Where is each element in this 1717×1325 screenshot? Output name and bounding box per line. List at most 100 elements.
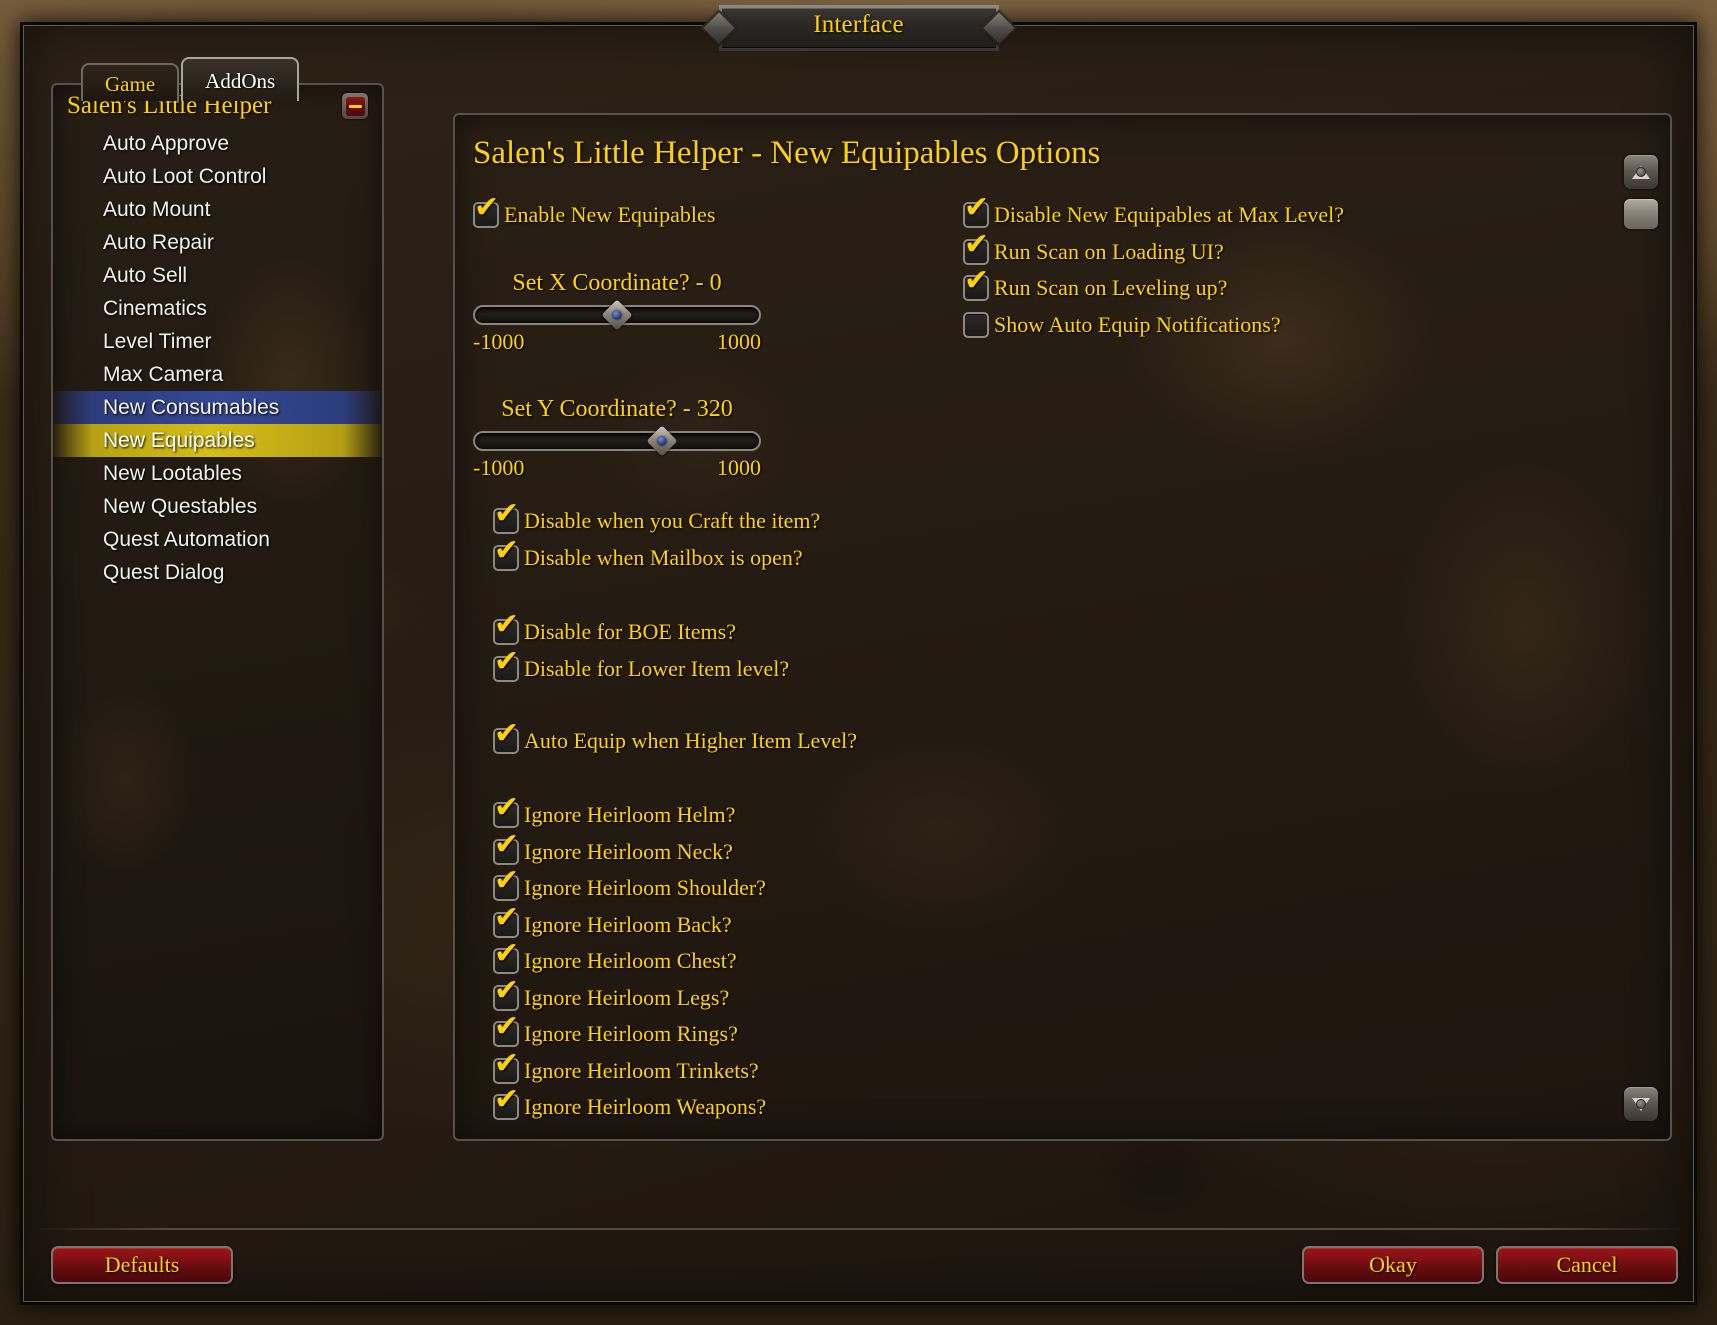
checkbox-label: Ignore Heirloom Weapons?: [524, 1094, 767, 1119]
checkbox-ignore-heirloom-neck[interactable]: Ignore Heirloom Neck?: [493, 830, 733, 865]
slider-range-labels: -1000 1000: [473, 329, 761, 355]
okay-button[interactable]: Okay: [1302, 1246, 1484, 1284]
sidebar-item-label: Auto Loot Control: [103, 165, 267, 188]
checkbox-ignore-heirloom-weapons[interactable]: Ignore Heirloom Weapons?: [493, 1085, 767, 1120]
sidebar-item-auto-loot-control[interactable]: Auto Loot Control: [53, 160, 382, 193]
sidebar-item-auto-repair[interactable]: Auto Repair: [53, 226, 382, 259]
slider-range-labels: -1000 1000: [473, 455, 761, 481]
checkmark-icon: [493, 976, 519, 1011]
checkbox-run-scan-on-loading-ui[interactable]: Run Scan on Loading UI?: [963, 230, 1224, 265]
checkbox-ignore-heirloom-chest[interactable]: Ignore Heirloom Chest?: [493, 939, 737, 974]
slider-min-label: -1000: [473, 329, 525, 354]
checkmark-icon: [493, 536, 519, 571]
page-title: Salen's Little Helper - New Equipables O…: [473, 135, 1101, 171]
sidebar-item-label: New Equipables: [103, 429, 255, 452]
checkbox-label: Disable New Equipables at Max Level?: [994, 202, 1345, 227]
checkbox-disable-new-equipables-at-max-level[interactable]: Disable New Equipables at Max Level?: [963, 193, 1345, 228]
tab-game[interactable]: Game: [81, 63, 180, 101]
addon-category-list: Auto Approve Auto Loot Control Auto Mount A…: [53, 127, 382, 589]
checkbox-label: Disable when Mailbox is open?: [524, 545, 803, 570]
checkbox-box: [963, 311, 989, 338]
checkbox-label: Disable when you Craft the item?: [524, 508, 821, 533]
window-title: Interface: [813, 11, 904, 38]
checkmark-icon: [493, 793, 519, 828]
sidebar-item-auto-approve[interactable]: Auto Approve: [53, 127, 382, 160]
checkbox-label: Disable for BOE Items?: [524, 619, 736, 644]
addon-list-panel: Salen's Little Helper Auto Approve Auto L…: [51, 83, 384, 1141]
checkbox-run-scan-on-leveling-up[interactable]: Run Scan on Leveling up?: [963, 266, 1227, 301]
sidebar-item-new-consumables[interactable]: New Consumables: [53, 391, 382, 424]
slider-title: Set Y Coordinate? - 320: [501, 396, 733, 422]
checkmark-icon: [963, 266, 989, 301]
checkbox-ignore-heirloom-shoulder[interactable]: Ignore Heirloom Shoulder?: [493, 866, 766, 901]
checkbox-ignore-heirloom-back[interactable]: Ignore Heirloom Back?: [493, 903, 732, 938]
interface-options-window: Interface Game AddOns Salen's Little Help…: [20, 5, 1697, 1305]
checkmark-icon: [493, 647, 519, 682]
checkmark-icon: [493, 830, 519, 865]
checkmark-icon: [963, 193, 989, 228]
sidebar-item-quest-dialog[interactable]: Quest Dialog: [53, 556, 382, 589]
checkbox-disable-for-boe-items[interactable]: Disable for BOE Items?: [493, 610, 736, 645]
sidebar-item-cinematics[interactable]: Cinematics: [53, 292, 382, 325]
checkmark-icon: [493, 499, 519, 534]
sidebar-item-label: Level Timer: [103, 330, 212, 353]
checkbox-disable-when-you-craft-the-item[interactable]: Disable when you Craft the item?: [493, 499, 821, 534]
checkbox-label: Ignore Heirloom Shoulder?: [524, 875, 766, 900]
checkbox-label: Enable New Equipables: [504, 202, 716, 227]
checkbox-ignore-heirloom-legs[interactable]: Ignore Heirloom Legs?: [493, 976, 730, 1011]
slider-thumb[interactable]: [605, 298, 629, 332]
sidebar-item-max-camera[interactable]: Max Camera: [53, 358, 382, 391]
checkbox-auto-equip-when-higher-item-level[interactable]: Auto Equip when Higher Item Level?: [493, 719, 857, 754]
slider-max-label: 1000: [717, 329, 761, 354]
scroll-thumb[interactable]: [1624, 199, 1658, 229]
checkbox-label: Ignore Heirloom Legs?: [524, 984, 730, 1010]
sidebar-item-label: New Consumables: [103, 396, 280, 419]
checkbox-label: Ignore Heirloom Back?: [524, 911, 732, 937]
defaults-button[interactable]: Defaults: [51, 1246, 233, 1284]
checkbox-disable-for-lower-item-level[interactable]: Disable for Lower Item level?: [493, 647, 790, 682]
sidebar-item-auto-sell[interactable]: Auto Sell: [53, 259, 382, 292]
checkbox-ignore-heirloom-helm[interactable]: Ignore Heirloom Helm?: [493, 793, 736, 828]
sidebar-item-level-timer[interactable]: Level Timer: [53, 325, 382, 358]
checkmark-icon: [493, 939, 519, 974]
scroll-hub: [1636, 1099, 1646, 1109]
checkbox-enable-new-equipables[interactable]: Enable New Equipables: [473, 193, 716, 228]
checkbox-ignore-heirloom-rings[interactable]: Ignore Heirloom Rings?: [493, 1012, 738, 1047]
checkbox-label: Ignore Heirloom Helm?: [524, 802, 736, 827]
scroll-down-icon[interactable]: [1624, 1087, 1658, 1121]
tab-addons[interactable]: AddOns: [181, 57, 300, 101]
slider-set-y-coordinate[interactable]: Set Y Coordinate? - 320 -1000 1000: [473, 396, 761, 481]
sidebar-item-new-questables[interactable]: New Questables: [53, 490, 382, 523]
checkbox-label: Disable for Lower Item level?: [524, 656, 790, 681]
tab-label: Game: [105, 72, 156, 96]
slider-set-x-coordinate[interactable]: Set X Coordinate? - 0 -1000 1000: [473, 270, 761, 355]
checkbox-label: Run Scan on Loading UI?: [994, 238, 1224, 264]
minus-icon: [345, 96, 365, 116]
slider-track[interactable]: [473, 305, 761, 325]
checkmark-icon: [493, 1049, 519, 1084]
sidebar-item-label: Cinematics: [103, 297, 207, 320]
checkbox-disable-when-mailbox-is-open[interactable]: Disable when Mailbox is open?: [493, 536, 803, 571]
footer-divider: [35, 1228, 1682, 1230]
slider-track[interactable]: [473, 431, 761, 451]
scroll-hub: [1636, 167, 1646, 177]
checkmark-icon: [493, 1085, 519, 1120]
checkbox-ignore-heirloom-trinkets[interactable]: Ignore Heirloom Trinkets?: [493, 1049, 759, 1084]
scroll-up-icon[interactable]: [1624, 155, 1658, 189]
checkbox-label: Ignore Heirloom Neck?: [524, 838, 733, 864]
cancel-button[interactable]: Cancel: [1496, 1246, 1678, 1284]
checkbox-label: Ignore Heirloom Chest?: [524, 948, 737, 973]
slider-thumb[interactable]: [650, 424, 674, 458]
sidebar-item-label: Auto Repair: [103, 231, 214, 254]
window-title-bar: Interface: [718, 5, 999, 51]
checkbox-show-auto-equip-notifications[interactable]: Show Auto Equip Notifications?: [963, 311, 1281, 338]
collapse-button[interactable]: [342, 93, 368, 119]
sidebar-item-quest-automation[interactable]: Quest Automation: [53, 523, 382, 556]
sidebar-item-label: Quest Automation: [103, 528, 270, 551]
slider-max-label: 1000: [717, 455, 761, 480]
sidebar-item-new-lootables[interactable]: New Lootables: [53, 457, 382, 490]
sidebar-item-new-equipables[interactable]: New Equipables: [53, 424, 382, 457]
sidebar-item-auto-mount[interactable]: Auto Mount: [53, 193, 382, 226]
sidebar-item-label: Auto Sell: [103, 264, 188, 287]
sidebar-item-label: Auto Mount: [103, 198, 211, 221]
